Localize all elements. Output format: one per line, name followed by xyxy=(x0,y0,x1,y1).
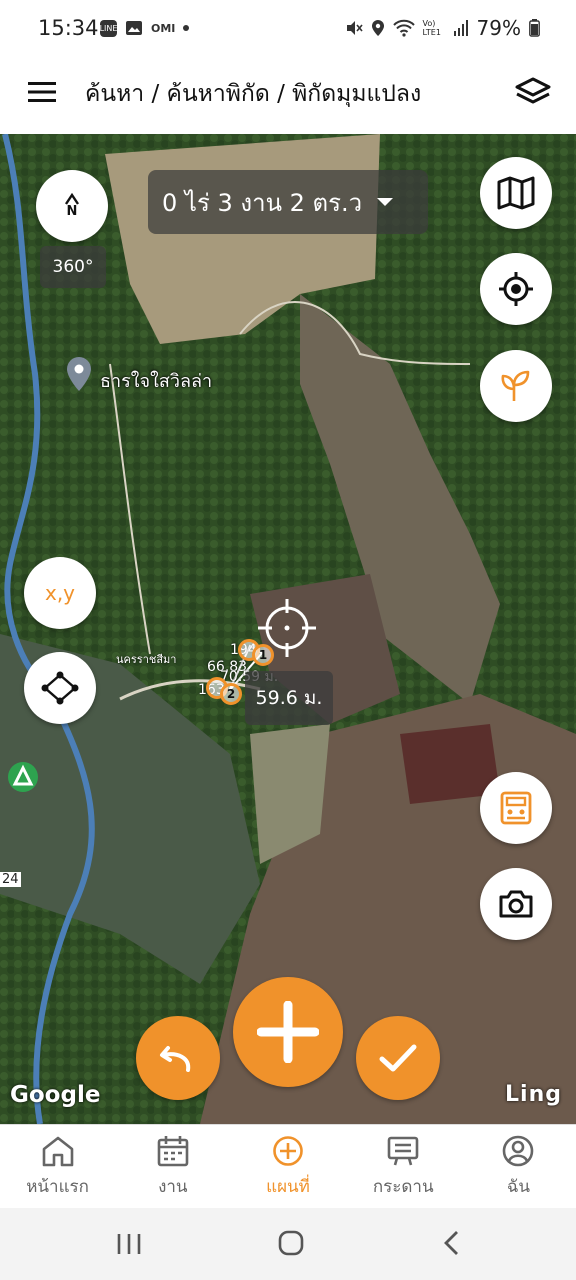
map-view[interactable]: N 360° 0 ไร่ 3 งาน 2 ตร.ว x,y ธารใจใสวิล… xyxy=(0,134,576,1124)
status-bar: 15:34 LINE OMI Vo) LTE1 79% xyxy=(0,0,576,58)
nav-me-label: ฉัน xyxy=(506,1177,531,1197)
nav-map-label: แผนที่ xyxy=(266,1177,310,1197)
network-label: Vo) LTE1 xyxy=(422,19,441,37)
coordinate-button[interactable]: x,y xyxy=(24,557,96,629)
google-attribution: Google xyxy=(10,1082,101,1108)
place-name: ธารใจใสวิลล่า xyxy=(100,371,213,392)
sprout-icon xyxy=(501,370,530,401)
polygon-tool-button[interactable] xyxy=(24,652,96,724)
point-marker-2[interactable]: 2 xyxy=(220,683,242,705)
menu-icon[interactable] xyxy=(28,80,58,104)
area-selector[interactable]: 0 ไร่ 3 งาน 2 ตร.ว xyxy=(148,170,428,234)
plus-icon xyxy=(257,1001,319,1063)
place-pin-icon xyxy=(67,357,91,391)
gallery-icon xyxy=(126,21,142,35)
map-icon xyxy=(497,176,535,210)
nav-home[interactable]: หน้าแรก xyxy=(0,1125,115,1208)
wifi-icon xyxy=(392,19,415,37)
location-icon xyxy=(371,20,384,36)
page-title: ค้นหา / ค้นหาพิกัด / พิกัดมุมแปลง xyxy=(85,81,422,107)
distance-label: 59.6 ม. xyxy=(245,671,333,725)
calendar-icon xyxy=(157,1136,189,1167)
board-icon xyxy=(387,1136,419,1166)
nav-board-label: กระดาน xyxy=(372,1177,434,1197)
add-circle-icon xyxy=(273,1136,303,1166)
brand-watermark: Ling xyxy=(505,1082,562,1107)
calculator-button[interactable] xyxy=(480,772,552,844)
plant-button[interactable] xyxy=(480,350,552,422)
compass-button[interactable]: N xyxy=(36,170,108,242)
nav-home-label: หน้าแรก xyxy=(26,1177,89,1197)
campground-marker-icon xyxy=(8,762,38,792)
coordinate-label: x,y xyxy=(44,581,76,605)
compass-label: N xyxy=(66,204,78,219)
undo-button[interactable] xyxy=(136,1016,220,1100)
notification-icons: LINE OMI xyxy=(100,19,190,37)
area-text: 0 ไร่ 3 งาน 2 ตร.ว xyxy=(162,188,363,217)
layers-icon[interactable] xyxy=(514,76,552,108)
home-button-icon[interactable] xyxy=(278,1230,304,1256)
camera-button[interactable] xyxy=(480,868,552,940)
calculator-icon xyxy=(500,791,532,825)
mute-icon xyxy=(346,21,363,35)
nav-jobs[interactable]: งาน xyxy=(115,1125,230,1208)
nav-board[interactable]: กระดาน xyxy=(346,1125,461,1208)
signal-icon xyxy=(453,20,468,36)
road-label: นครราชสีมา xyxy=(116,653,177,666)
recent-apps-icon[interactable] xyxy=(116,1232,142,1256)
dot-icon xyxy=(183,25,190,31)
battery-icon xyxy=(529,19,540,37)
app-header: ค้นหา / ค้นหาพิกัด / พิกัดมุมแปลง xyxy=(0,58,576,134)
user-icon xyxy=(503,1135,534,1167)
camera-icon xyxy=(499,890,533,918)
check-icon xyxy=(379,1044,417,1072)
nav-map[interactable]: แผนที่ xyxy=(230,1125,345,1208)
home-icon xyxy=(42,1136,73,1167)
bottom-navigation: หน้าแรก งาน แผนที่ กระดาน ฉัน xyxy=(0,1124,576,1208)
point-marker-1b[interactable]: 1 xyxy=(252,644,274,666)
system-navigation-bar xyxy=(0,1208,576,1280)
undo-icon xyxy=(160,1046,191,1072)
caret-down-icon xyxy=(377,198,394,206)
confirm-button[interactable] xyxy=(356,1016,440,1100)
nav-me[interactable]: ฉัน xyxy=(461,1125,576,1208)
polygon-icon xyxy=(41,671,79,705)
omi-app-icon: OMI xyxy=(151,21,176,35)
line-app-icon: LINE xyxy=(100,19,117,37)
route-number: 24 xyxy=(0,872,21,887)
clock: 15:34 xyxy=(38,16,99,40)
rotation-indicator: 360° xyxy=(40,246,106,288)
my-location-button[interactable] xyxy=(480,253,552,325)
map-type-button[interactable] xyxy=(480,157,552,229)
back-icon[interactable] xyxy=(442,1230,460,1256)
nav-jobs-label: งาน xyxy=(158,1177,188,1197)
crosshair-icon xyxy=(499,272,533,306)
add-point-button[interactable] xyxy=(233,977,343,1087)
battery-percent: 79% xyxy=(476,16,521,40)
